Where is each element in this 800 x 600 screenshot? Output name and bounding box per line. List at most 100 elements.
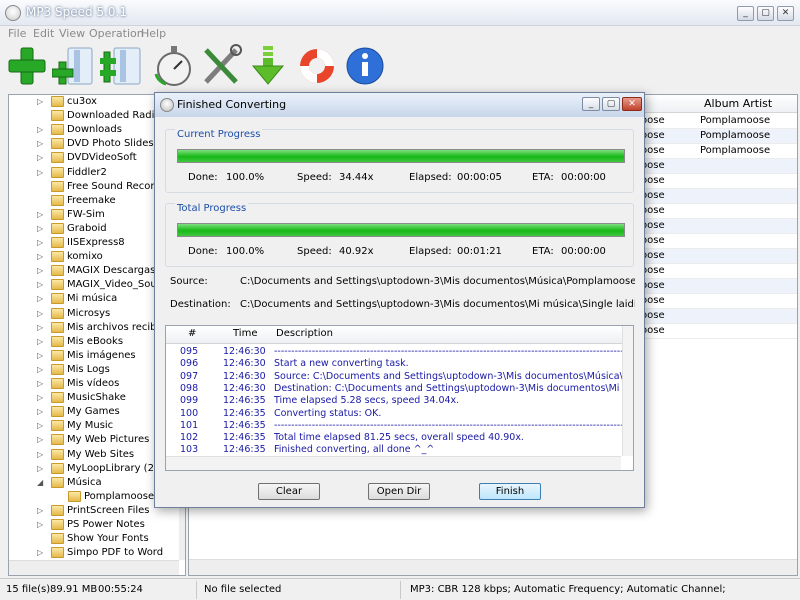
expand-arrow-icon[interactable]: ▷ [37, 222, 43, 236]
folder-icon [51, 363, 64, 375]
close-button[interactable]: ✕ [777, 6, 794, 21]
add-files-button[interactable] [6, 44, 48, 88]
expand-arrow-icon[interactable]: ▷ [37, 448, 43, 462]
finish-button[interactable]: Finish [479, 483, 541, 500]
expand-arrow-icon[interactable]: ▷ [37, 419, 43, 433]
menu-file[interactable]: File [8, 27, 26, 40]
menu-operation[interactable]: Operation [89, 27, 144, 40]
total-elapsed-label: Elapsed: [409, 246, 452, 257]
expand-arrow-icon[interactable]: ▷ [37, 208, 43, 222]
folder-icon [51, 251, 64, 263]
expand-arrow-icon[interactable]: ▷ [37, 377, 43, 391]
dialog-restore-button[interactable]: ▢ [602, 97, 620, 111]
tree-item[interactable]: Show Your Fonts [9, 532, 179, 546]
menu-help[interactable]: Help [141, 27, 166, 40]
expand-arrow-icon[interactable]: ▷ [37, 264, 43, 278]
folder-icon [51, 96, 64, 107]
log-time: 12:46:35 [223, 407, 266, 419]
log-time: 12:46:35 [223, 444, 266, 456]
add-folder-button[interactable] [51, 44, 94, 88]
green-plus-icon [8, 47, 46, 85]
folder-icon [51, 378, 64, 389]
expand-arrow-icon[interactable]: ▷ [37, 335, 43, 349]
total-speed-value: 40.92x [339, 246, 374, 257]
menu-view[interactable]: View [59, 27, 85, 40]
log-row[interactable]: 100 12:46:35 Converting status: OK. [166, 408, 621, 420]
open-dir-button[interactable]: Open Dir [368, 483, 430, 500]
folder-icon [51, 222, 64, 234]
log-row[interactable]: 101 12:46:35 -----------------------------… [166, 420, 633, 432]
convert-button[interactable] [248, 44, 290, 88]
log-vertical-scrollbar[interactable] [622, 326, 633, 456]
folder-icon [51, 547, 64, 559]
folder-icon [51, 124, 64, 136]
tree-horizontal-scrollbar[interactable] [9, 560, 179, 575]
column-album-artist[interactable]: Album Artist [704, 97, 772, 110]
total-eta-value: 00:00:00 [561, 246, 606, 257]
expand-arrow-icon[interactable]: ▷ [37, 391, 43, 405]
folder-icon [51, 208, 64, 220]
tree-item-label: IISExpress8 [67, 237, 125, 248]
expand-arrow-icon[interactable]: ▷ [37, 518, 43, 532]
expand-arrow-icon[interactable]: ▷ [37, 166, 43, 180]
folder-icon [51, 152, 64, 164]
minimize-button[interactable]: _ [737, 6, 754, 21]
expand-arrow-icon[interactable]: ▷ [37, 462, 43, 476]
folder-icon [51, 406, 64, 418]
conversion-log[interactable]: # Time Description 095 12:46:30 ----------… [165, 325, 634, 471]
log-horizontal-scrollbar[interactable] [166, 456, 621, 470]
log-description: Start a new converting task. [274, 358, 409, 370]
destination-path: C:\Documents and Settings\uptodown-3\Mis… [240, 299, 635, 310]
tree-item[interactable]: ▷ Simpo PDF to Word [9, 546, 179, 560]
expand-arrow-icon[interactable]: ▷ [37, 292, 43, 306]
expand-arrow-icon[interactable]: ▷ [37, 321, 43, 335]
log-row[interactable]: 097 12:46:30 Source: C:\Documents and Sett… [166, 371, 633, 383]
folder-icon [51, 462, 64, 474]
log-description: ----------------------------------------… [274, 419, 633, 431]
expand-arrow-icon[interactable]: ▷ [37, 123, 43, 137]
clear-button[interactable]: Clear [258, 483, 320, 500]
log-header: # Time Description [166, 326, 633, 344]
expand-arrow-icon[interactable]: ▷ [37, 151, 43, 165]
folder-icon [51, 194, 64, 206]
expanded-arrow-icon[interactable]: ◢ [37, 476, 43, 490]
log-row[interactable]: 099 12:46:35 Time elapsed 5.28 secs, speed… [166, 395, 621, 407]
total-speed-label: Speed: [297, 246, 332, 257]
expand-arrow-icon[interactable]: ▷ [37, 546, 43, 560]
expand-arrow-icon[interactable]: ▷ [37, 363, 43, 377]
about-button[interactable] [344, 44, 386, 88]
tree-item-label: Microsys [67, 307, 111, 319]
expand-arrow-icon[interactable]: ▷ [37, 307, 43, 321]
add-list-button[interactable] [100, 44, 142, 88]
log-row[interactable]: 102 12:46:35 Total time elapsed 81.25 secs… [166, 432, 621, 444]
speed-button[interactable] [152, 44, 194, 88]
log-col-time[interactable]: Time [233, 328, 257, 339]
dialog-close-button[interactable]: ✕ [622, 97, 642, 111]
expand-arrow-icon[interactable]: ▷ [37, 250, 43, 264]
restore-button[interactable]: ▢ [757, 6, 774, 21]
log-col-description[interactable]: Description [276, 328, 333, 339]
expand-arrow-icon[interactable]: ▷ [37, 405, 43, 419]
dialog-minimize-button[interactable]: _ [582, 97, 600, 111]
expand-arrow-icon[interactable]: ▷ [37, 504, 43, 518]
folder-icon [68, 490, 81, 502]
expand-arrow-icon[interactable]: ▷ [37, 236, 43, 250]
menu-edit[interactable]: Edit [33, 27, 54, 40]
tree-item[interactable]: ▷ PS Power Notes [9, 518, 179, 532]
log-col-number[interactable]: # [188, 328, 196, 339]
log-row[interactable]: 098 12:46:30 Destination: C:\Documents and… [166, 383, 633, 395]
help-button[interactable] [296, 44, 338, 88]
log-row[interactable]: 103 12:46:35 Finished converting, all done… [166, 444, 621, 456]
expand-arrow-icon[interactable]: ▷ [37, 137, 43, 151]
log-row[interactable]: 096 12:46:30 Start a new converting task. [166, 358, 621, 370]
total-elapsed-value: 00:01:21 [457, 246, 502, 257]
expand-arrow-icon[interactable]: ▷ [37, 433, 43, 447]
tree-item-label: My Web Sites [67, 448, 135, 460]
expand-arrow-icon[interactable]: ▷ [37, 349, 43, 363]
expand-arrow-icon[interactable]: ▷ [37, 95, 43, 109]
settings-button[interactable] [200, 44, 242, 88]
log-row[interactable]: 095 12:46:30 -----------------------------… [166, 346, 633, 358]
list-horizontal-scrollbar[interactable] [189, 559, 797, 575]
log-description: Source: C:\Documents and Settings\uptodo… [274, 370, 634, 382]
expand-arrow-icon[interactable]: ▷ [37, 278, 43, 292]
